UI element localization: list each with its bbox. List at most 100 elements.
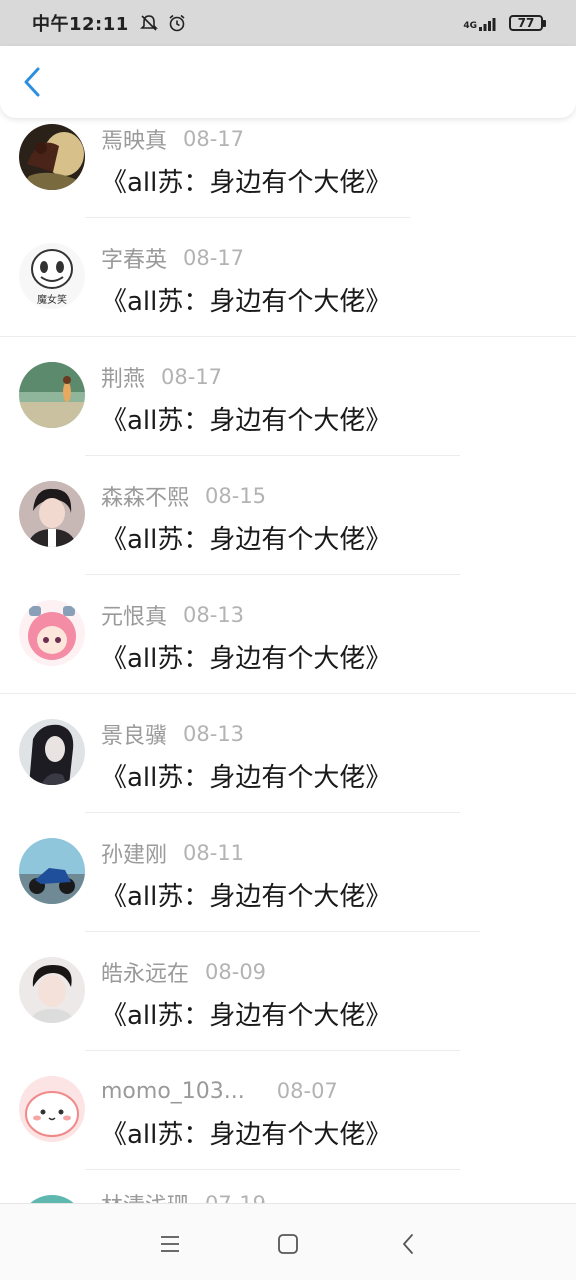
status-right: 4G 77 [463, 15, 546, 31]
list-item[interactable]: momo_103... 08-07 《all苏：身边有个大佬》 [0, 1076, 576, 1195]
book-title[interactable]: 《all苏：身边有个大佬》 [101, 995, 391, 1032]
avatar[interactable] [19, 719, 85, 785]
battery-tip-icon [543, 19, 546, 27]
book-title[interactable]: 《all苏：身边有个大佬》 [101, 162, 391, 199]
name-line: 森森不熙 08-15 [101, 481, 266, 511]
list-item[interactable]: 景良骥 08-13 《all苏：身边有个大佬》 [0, 719, 576, 838]
dark-anime-avatar-icon [19, 124, 85, 190]
list-item[interactable]: 元恨真 08-13 《all苏：身边有个大佬》 [0, 600, 576, 719]
comment-date: 08-17 [183, 246, 245, 270]
divider [85, 1050, 460, 1051]
book-title[interactable]: 《all苏：身边有个大佬》 [101, 638, 391, 675]
book-title[interactable]: 《all苏：身边有个大佬》 [101, 281, 391, 318]
home-square-icon [278, 1234, 298, 1254]
motorcycle-avatar-icon [19, 838, 85, 904]
divider [0, 693, 576, 694]
divider [85, 931, 480, 932]
signal-bars-icon [479, 18, 496, 31]
name-line: 皓永远在 08-09 [101, 957, 266, 987]
list-item[interactable]: 森森不熙 08-15 《all苏：身边有个大佬》 [0, 481, 576, 600]
comment-date: 08-13 [183, 603, 245, 627]
book-title[interactable]: 《all苏：身边有个大佬》 [101, 519, 391, 556]
system-nav-bar [0, 1203, 576, 1280]
list-item[interactable]: 林清浅珊 07-19 [0, 1192, 576, 1203]
divider [85, 217, 410, 218]
comment-date: 08-17 [161, 365, 223, 389]
name-line: 林清浅珊 07-19 [101, 1189, 266, 1203]
young-man-avatar-icon [19, 957, 85, 1023]
system-back-button[interactable] [388, 1226, 428, 1262]
avatar[interactable] [19, 1076, 85, 1142]
book-title[interactable]: 《all苏：身边有个大佬》 [101, 876, 391, 913]
name-line: 焉映真 08-17 [101, 124, 244, 154]
book-title[interactable]: 《all苏：身边有个大佬》 [101, 400, 391, 437]
teal-avatar-icon [19, 1195, 85, 1203]
avatar[interactable] [19, 124, 85, 190]
user-name[interactable]: 焉映真 [101, 123, 167, 155]
screen: 焉映真 08-17 《all苏：身边有个大佬》 魔女笑 字春英 08-17 《a… [0, 0, 576, 1280]
user-name[interactable]: 森森不熙 [101, 480, 189, 512]
avatar[interactable] [19, 838, 85, 904]
battery-indicator: 77 [509, 15, 546, 31]
user-name[interactable]: momo_103... [101, 1079, 245, 1104]
back-chevron-icon [403, 1234, 413, 1254]
user-name[interactable]: 孙建刚 [101, 837, 167, 869]
user-name[interactable]: 荆燕 [101, 361, 145, 393]
name-line: 景良骥 08-13 [101, 719, 244, 749]
back-arrow-icon [24, 67, 40, 97]
name-line: 字春英 08-17 [101, 243, 244, 273]
user-name[interactable]: 皓永远在 [101, 956, 189, 988]
avatar[interactable] [19, 481, 85, 547]
pink-cartoon-avatar-icon [19, 1076, 85, 1142]
signal-indicator: 4G [463, 15, 499, 31]
list-item[interactable]: 皓永远在 08-09 《all苏：身边有个大佬》 [0, 957, 576, 1076]
user-name[interactable]: 字春英 [101, 242, 167, 274]
name-line: 孙建刚 08-11 [101, 838, 244, 868]
comment-date: 08-15 [205, 484, 267, 508]
divider [0, 336, 576, 337]
comment-date: 08-09 [205, 960, 267, 984]
comment-date: 07-19 [205, 1192, 266, 1203]
status-time: 中午12:11 [32, 14, 129, 35]
back-button[interactable] [14, 64, 50, 100]
battery-level: 77 [509, 15, 543, 31]
book-title[interactable]: 《all苏：身边有个大佬》 [101, 1114, 391, 1151]
name-line: momo_103... 08-07 [101, 1076, 338, 1106]
alarm-clock-icon [169, 14, 185, 32]
person-photo-avatar-icon [19, 481, 85, 547]
svg-text:魔女笑: 魔女笑 [37, 293, 67, 306]
avatar[interactable] [19, 362, 85, 428]
name-line: 荆燕 08-17 [101, 362, 222, 392]
comment-date: 08-13 [183, 722, 245, 746]
notifications-off-icon [139, 15, 158, 31]
comment-date: 08-07 [276, 1079, 338, 1103]
list-item[interactable]: 荆燕 08-17 《all苏：身边有个大佬》 [0, 362, 576, 481]
list-item[interactable]: 焉映真 08-17 《all苏：身边有个大佬》 [0, 124, 576, 243]
divider [85, 812, 460, 813]
user-name[interactable]: 林清浅珊 [101, 1188, 189, 1203]
network-type: 4G [463, 21, 477, 31]
list-item[interactable]: 魔女笑 字春英 08-17 《all苏：身边有个大佬》 [0, 243, 576, 362]
divider [85, 1169, 460, 1170]
recent-apps-button[interactable] [150, 1226, 190, 1262]
status-icons [139, 13, 187, 33]
user-name[interactable]: 元恨真 [101, 599, 167, 631]
home-button[interactable] [268, 1226, 308, 1262]
list-item[interactable]: 孙建刚 08-11 《all苏：身边有个大佬》 [0, 838, 576, 957]
avatar[interactable] [19, 1195, 85, 1203]
comment-date: 08-11 [183, 841, 245, 865]
avatar[interactable] [19, 600, 85, 666]
divider [85, 455, 460, 456]
book-title[interactable]: 《all苏：身边有个大佬》 [101, 757, 391, 794]
name-line: 元恨真 08-13 [101, 600, 244, 630]
beach-scene-avatar-icon [19, 362, 85, 428]
divider [85, 574, 460, 575]
user-name[interactable]: 景良骥 [101, 718, 167, 750]
meme-face-avatar-icon: 魔女笑 [19, 243, 85, 309]
comment-list[interactable]: 焉映真 08-17 《all苏：身边有个大佬》 魔女笑 字春英 08-17 《a… [0, 0, 576, 1203]
avatar[interactable]: 魔女笑 [19, 243, 85, 309]
avatar[interactable] [19, 957, 85, 1023]
status-bar: 中午12:11 4G 77 [0, 0, 576, 46]
comment-date: 08-17 [183, 127, 245, 151]
top-app-bar [0, 46, 576, 118]
